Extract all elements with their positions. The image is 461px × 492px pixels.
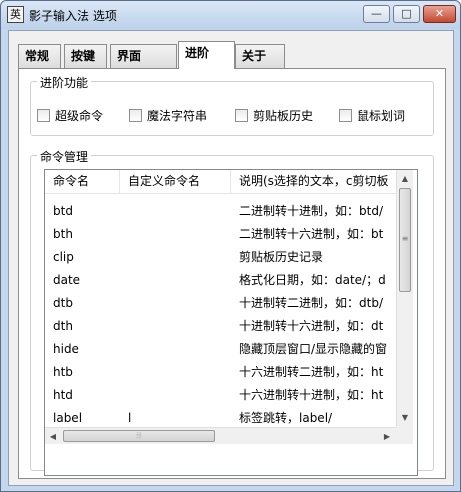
- command-name-cell: dtb: [53, 296, 73, 310]
- custom-name-cell: [120, 246, 231, 269]
- command-name-cell: dth: [53, 319, 73, 333]
- command-name-cell: bth: [53, 227, 73, 241]
- maximize-button[interactable]: □: [393, 5, 420, 23]
- description-cell: 剪贴板历史记录: [239, 250, 324, 264]
- description-cell: 格式化日期，如：date/；d: [239, 273, 386, 287]
- checkbox-label: 超级命令: [55, 109, 104, 123]
- custom-name-cell: [120, 223, 231, 246]
- tab-advanced[interactable]: 进阶: [178, 41, 235, 69]
- table-row[interactable]: dtb 十进制转二进制，如：dtb/: [45, 292, 396, 315]
- checkbox-box[interactable]: [235, 109, 248, 122]
- dialog-client-area: 常规 按键 界面 进阶 关于 进阶功能 超级命令 魔法字符串 剪贴板历史 鼠标划…: [8, 30, 454, 486]
- table-row[interactable]: hide 隐藏顶层窗口/显示隐藏的窗: [45, 338, 396, 361]
- clipboard-history-checkbox[interactable]: 剪贴板历史: [235, 107, 313, 123]
- tab-keys[interactable]: 按键: [64, 44, 107, 68]
- custom-name-cell: [120, 292, 231, 315]
- column-header-custom-name[interactable]: 自定义命令名: [120, 170, 231, 194]
- options-window: 英 影子输入法 选项 — □ ✕ 常规 按键 界面 进阶 关于 进阶功能 超级命…: [0, 0, 461, 492]
- vertical-scroll-thumb[interactable]: ≡: [399, 188, 411, 292]
- app-icon: 英: [7, 6, 24, 23]
- table-row[interactable]: clip 剪贴板历史记录: [45, 246, 396, 269]
- custom-name-cell: [120, 384, 231, 407]
- advanced-features-label: 进阶功能: [37, 74, 92, 91]
- checkbox-label: 魔法字符串: [147, 109, 208, 123]
- horizontal-scrollbar[interactable]: ◀ ⦙⦙⦙ ▶: [45, 427, 396, 444]
- table-row[interactable]: htb 十六进制转二进制，如：ht: [45, 361, 396, 384]
- column-header-description[interactable]: 说明(s选择的文本，c剪切板: [231, 170, 396, 194]
- advanced-features-group: 进阶功能 超级命令 魔法字符串 剪贴板历史 鼠标划词: [30, 74, 434, 136]
- super-command-checkbox[interactable]: 超级命令: [37, 107, 103, 123]
- custom-name-cell: [120, 200, 231, 223]
- custom-name-cell: l: [128, 411, 132, 425]
- scroll-right-arrow-icon[interactable]: ▶: [379, 428, 395, 445]
- title-bar[interactable]: 英 影子输入法 选项 — □ ✕: [1, 1, 460, 29]
- column-header-command[interactable]: 命令名: [45, 170, 120, 194]
- description-cell: 隐藏顶层窗口/显示隐藏的窗: [239, 342, 388, 356]
- command-name-cell: btd: [53, 204, 73, 218]
- tab-interface[interactable]: 界面: [110, 44, 177, 68]
- description-cell: 十六进制转十进制，如：ht: [239, 388, 384, 402]
- checkbox-box[interactable]: [37, 109, 50, 122]
- description-cell: 十进制转二进制，如：dtb/: [239, 296, 383, 310]
- checkbox-label: 剪贴板历史: [253, 109, 314, 123]
- table-row[interactable]: dth 十进制转十六进制，如：dt: [45, 315, 396, 338]
- table-row[interactable]: htd 十六进制转十进制，如：ht: [45, 384, 396, 407]
- command-name-cell: clip: [53, 250, 74, 264]
- window-title: 影子输入法 选项: [29, 9, 117, 23]
- custom-name-cell: [120, 315, 231, 338]
- scroll-up-arrow-icon[interactable]: ▲: [397, 170, 413, 187]
- table-row[interactable]: label l 标签跳转，label/: [45, 407, 396, 427]
- custom-name-cell: [120, 361, 231, 384]
- description-cell: 二进制转十六进制，如：bt: [239, 227, 384, 241]
- checkbox-box[interactable]: [129, 109, 142, 122]
- command-name-cell: htb: [53, 365, 73, 379]
- minimize-button[interactable]: —: [363, 5, 390, 23]
- command-name-cell: date: [53, 273, 81, 287]
- mouse-word-select-checkbox[interactable]: 鼠标划词: [339, 107, 405, 123]
- description-cell: 十六进制转二进制，如：ht: [239, 365, 384, 379]
- command-name-cell: label: [53, 411, 83, 425]
- custom-name-cell: [120, 269, 231, 292]
- close-button[interactable]: ✕: [423, 5, 456, 23]
- scroll-left-arrow-icon[interactable]: ◀: [45, 428, 61, 445]
- table-row[interactable]: bth 二进制转十六进制，如：bt: [45, 223, 396, 246]
- tab-about[interactable]: 关于: [235, 44, 285, 68]
- vertical-scrollbar[interactable]: ▲ ≡ ▼: [396, 170, 413, 427]
- list-body: btd 二进制转十进制，如：btd/ bth 二进制转十六进制，如：bt cli…: [45, 194, 396, 427]
- horizontal-scroll-thumb[interactable]: ⦙⦙⦙: [63, 430, 215, 442]
- command-name-cell: htd: [53, 388, 73, 402]
- command-name-cell: hide: [53, 342, 79, 356]
- description-cell: 标签跳转，label/: [239, 411, 333, 425]
- table-row[interactable]: btd 二进制转十进制，如：btd/: [45, 200, 396, 223]
- command-management-label: 命令管理: [37, 148, 92, 165]
- command-list[interactable]: 命令名 自定义命令名 说明(s选择的文本，c剪切板 btd 二进制转十进制，如：…: [44, 169, 418, 476]
- tab-general[interactable]: 常规: [18, 44, 61, 68]
- description-cell: 二进制转十进制，如：btd/: [239, 204, 383, 218]
- checkbox-label: 鼠标划词: [357, 109, 406, 123]
- checkbox-box[interactable]: [339, 109, 352, 122]
- list-header: 命令名 自定义命令名 说明(s选择的文本，c剪切板: [45, 170, 396, 194]
- scrollbar-corner: [396, 427, 413, 444]
- custom-name-cell: [120, 338, 231, 361]
- magic-string-checkbox[interactable]: 魔法字符串: [129, 107, 207, 123]
- table-row[interactable]: date 格式化日期，如：date/；d: [45, 269, 396, 292]
- description-cell: 十进制转十六进制，如：dt: [239, 319, 384, 333]
- scroll-down-arrow-icon[interactable]: ▼: [397, 409, 413, 426]
